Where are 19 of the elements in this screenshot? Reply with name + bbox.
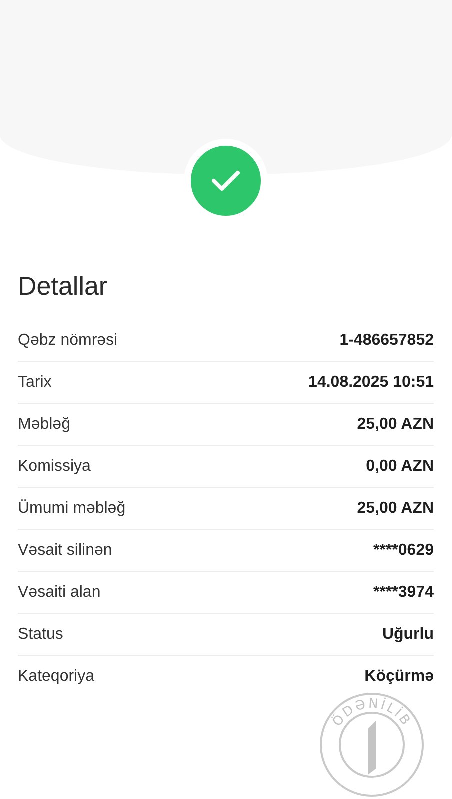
detail-value: 25,00 AZN <box>357 500 434 518</box>
detail-value: 25,00 AZN <box>357 416 434 434</box>
detail-label: Məbləğ <box>18 416 70 434</box>
detail-value: ****0629 <box>374 542 434 560</box>
detail-value: 0,00 AZN <box>366 458 434 476</box>
detail-value: ****3974 <box>374 584 434 602</box>
detail-value: Köçürmə <box>364 668 434 686</box>
detail-value: 14.08.2025 10:51 <box>308 374 434 392</box>
detail-label: Tarix <box>18 374 52 392</box>
detail-label: Status <box>18 626 64 644</box>
detail-value: Uğurlu <box>382 626 434 644</box>
detail-label: Kateqoriya <box>18 668 94 686</box>
detail-label: Qəbz nömrəsi <box>18 332 118 350</box>
section-title: Detallar <box>18 271 109 302</box>
detail-label: Vəsaiti alan <box>18 584 101 602</box>
detail-label: Komissiya <box>18 458 91 476</box>
detail-value: 1-486657852 <box>340 332 434 350</box>
detail-label: Ümumi məbləğ <box>18 500 126 518</box>
detail-label: Vəsait silinən <box>18 542 112 560</box>
